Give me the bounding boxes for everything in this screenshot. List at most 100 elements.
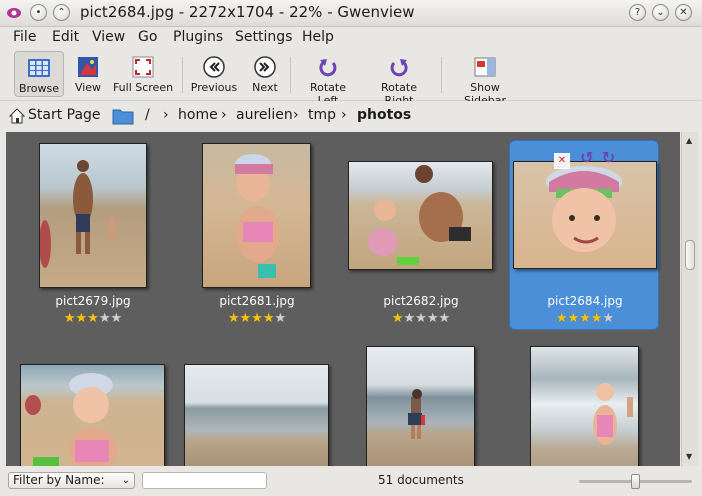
thumbnail-image[interactable] (366, 346, 475, 466)
breadcrumb-photos[interactable]: photos (357, 107, 411, 123)
star-empty-icon[interactable]: ★ (110, 311, 122, 326)
star-filled-icon[interactable]: ★ (251, 311, 263, 326)
rotate-left-button[interactable]: Rotate Left (298, 51, 358, 107)
rating-stars[interactable]: ★★★★★ (341, 311, 501, 326)
star-filled-icon[interactable]: ★ (392, 311, 404, 326)
thumbnail-actions: ✕ ↺ ↻ (554, 148, 615, 169)
star-filled-icon[interactable]: ★ (228, 311, 240, 326)
browse-label: Browse (18, 82, 60, 95)
previous-label: Previous (190, 81, 238, 94)
chevron-right-icon: › (293, 107, 299, 123)
star-filled-icon[interactable]: ★ (87, 311, 99, 326)
breadcrumb-tmp[interactable]: tmp (308, 107, 336, 123)
vertical-scrollbar[interactable]: ▲ ▼ (681, 132, 698, 466)
thumbnail-image[interactable] (202, 143, 311, 288)
chevron-right-icon: › (221, 107, 227, 123)
star-filled-icon[interactable]: ★ (556, 311, 568, 326)
star-filled-icon[interactable]: ★ (76, 311, 88, 326)
filter-select[interactable]: Filter by Name: ⌄ (8, 472, 135, 489)
thumbnail-image[interactable] (184, 364, 329, 466)
previous-icon (202, 55, 226, 79)
breadcrumb-root[interactable]: / (145, 107, 150, 123)
thumbnail-view[interactable]: ✕ ↺ ↻ pict2679.jpg ★★★★★ pict2681.jpg ★★… (6, 132, 680, 466)
rotate-right-button[interactable]: Rotate Right (366, 51, 432, 107)
rating-stars[interactable]: ★★★★★ (177, 311, 337, 326)
previous-button[interactable]: Previous (190, 51, 238, 97)
thumbnail-image[interactable] (20, 364, 165, 466)
breadcrumb: Start Page / › home › aurelien › tmp › p… (0, 101, 702, 129)
next-label: Next (252, 81, 278, 94)
full-screen-label: Full Screen (112, 81, 174, 94)
toolbar-separator (182, 57, 183, 93)
star-filled-icon[interactable]: ★ (240, 311, 252, 326)
rotate-right-icon[interactable]: ↻ (602, 148, 615, 167)
star-empty-icon[interactable]: ★ (438, 311, 450, 326)
menu-go[interactable]: Go (138, 29, 157, 45)
show-sidebar-button[interactable]: Show Sidebar (449, 51, 521, 107)
star-filled-icon[interactable]: ★ (579, 311, 591, 326)
full-screen-button[interactable]: Full Screen (112, 51, 174, 97)
rotate-right-icon (387, 55, 411, 79)
star-empty-icon[interactable]: ★ (274, 311, 286, 326)
star-filled-icon[interactable]: ★ (263, 311, 275, 326)
thumbnail-filename: pict2684.jpg (547, 294, 623, 308)
home-icon[interactable] (8, 108, 26, 128)
fullscreen-icon (131, 55, 155, 79)
slider-handle[interactable] (631, 474, 640, 489)
star-empty-icon[interactable]: ★ (427, 311, 439, 326)
help-icon[interactable]: ? (629, 4, 646, 21)
menu-file[interactable]: File (13, 29, 36, 45)
folder-icon[interactable] (112, 107, 134, 129)
thumbnail-image[interactable] (39, 143, 147, 288)
status-bar: Filter by Name: ⌄ 51 documents (0, 468, 702, 496)
star-empty-icon[interactable]: ★ (404, 311, 416, 326)
menu-view[interactable]: View (92, 29, 125, 45)
filter-input[interactable] (142, 472, 267, 489)
toolbar-separator (441, 57, 442, 93)
app-icon[interactable] (6, 5, 22, 21)
thumbnail-image[interactable] (348, 161, 493, 270)
document-count: 51 documents (378, 473, 464, 487)
thumbnail-filename: pict2679.jpg (55, 294, 131, 308)
rotate-left-icon[interactable]: ↺ (580, 148, 593, 167)
rating-stars[interactable]: ★★★★★ (13, 311, 173, 326)
menu-edit[interactable]: Edit (52, 29, 79, 45)
scroll-down-icon[interactable]: ▼ (686, 452, 692, 461)
scrollbar-thumb[interactable] (685, 240, 695, 270)
menu-plugins[interactable]: Plugins (173, 29, 223, 45)
window-title: pict2684.jpg - 2272x1704 - 22% - Gwenvie… (80, 3, 415, 21)
breadcrumb-home[interactable]: home (178, 107, 218, 123)
breadcrumb-aurelien[interactable]: aurelien (236, 107, 293, 123)
scroll-up-icon[interactable]: ▲ (686, 136, 692, 145)
keep-above-icon[interactable]: ⌃ (53, 4, 70, 21)
grid-icon (27, 56, 51, 80)
fullscreen-icon[interactable]: ✕ (554, 153, 570, 169)
title-bar: • ⌃ pict2684.jpg - 2272x1704 - 22% - Gwe… (0, 0, 702, 27)
thumbnail-size-slider[interactable] (579, 474, 692, 489)
start-page-link[interactable]: Start Page (28, 107, 101, 123)
toolbar-separator (290, 57, 291, 93)
next-button[interactable]: Next (246, 51, 284, 97)
star-empty-icon[interactable]: ★ (602, 311, 614, 326)
menu-settings[interactable]: Settings (235, 29, 292, 45)
browse-button[interactable]: Browse (14, 51, 64, 97)
rotate-left-icon (316, 55, 340, 79)
star-filled-icon[interactable]: ★ (64, 311, 76, 326)
star-empty-icon[interactable]: ★ (99, 311, 111, 326)
view-button[interactable]: View (70, 51, 106, 97)
window-menu-icon[interactable]: • (30, 4, 47, 21)
minimize-icon[interactable]: ⌄ (652, 4, 669, 21)
chevron-right-icon: › (163, 107, 169, 123)
star-filled-icon[interactable]: ★ (591, 311, 603, 326)
thumbnail-image[interactable] (530, 346, 639, 466)
rating-stars[interactable]: ★★★★★ (505, 311, 665, 326)
close-icon[interactable]: ✕ (675, 4, 692, 21)
star-filled-icon[interactable]: ★ (568, 311, 580, 326)
thumbnail-image[interactable] (513, 161, 657, 269)
star-empty-icon[interactable]: ★ (415, 311, 427, 326)
menu-bar: File Edit View Go Plugins Settings Help (0, 27, 702, 49)
image-view-icon (76, 55, 100, 79)
menu-help[interactable]: Help (302, 29, 334, 45)
next-icon (253, 55, 277, 79)
chevron-right-icon: › (341, 107, 347, 123)
